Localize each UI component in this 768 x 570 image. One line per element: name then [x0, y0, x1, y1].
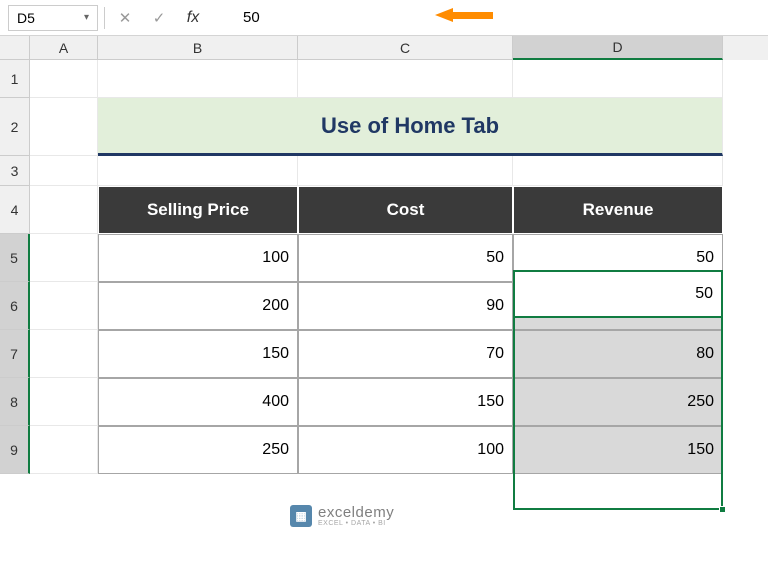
header-revenue[interactable]: Revenue	[513, 186, 723, 234]
cell-d9[interactable]: 150	[513, 426, 723, 474]
cell-a1[interactable]	[30, 60, 98, 98]
cell-a8[interactable]	[30, 378, 98, 426]
column-headers: A B C D	[0, 36, 768, 60]
row-header-3[interactable]: 3	[0, 156, 30, 186]
cell-d3[interactable]	[513, 156, 723, 186]
watermark-icon: ▦	[290, 505, 312, 527]
cell-b6[interactable]: 200	[98, 282, 298, 330]
cell-a5[interactable]	[30, 234, 98, 282]
chevron-down-icon[interactable]: ▾	[84, 12, 89, 23]
cell-b1[interactable]	[98, 60, 298, 98]
row-header-6[interactable]: 6	[0, 282, 30, 330]
fx-icon[interactable]: fx	[179, 5, 207, 31]
col-header-c[interactable]: C	[298, 36, 513, 60]
fill-handle[interactable]	[719, 506, 726, 513]
cell-b3[interactable]	[98, 156, 298, 186]
row-header-4[interactable]: 4	[0, 186, 30, 234]
row-6: 6 200 90 110	[0, 282, 768, 330]
arrow-head-icon	[435, 8, 453, 22]
cell-c5[interactable]: 50	[298, 234, 513, 282]
cell-a2[interactable]	[30, 98, 98, 156]
cell-d5[interactable]: 50	[513, 234, 723, 282]
cell-c8[interactable]: 150	[298, 378, 513, 426]
cell-a6[interactable]	[30, 282, 98, 330]
enter-icon[interactable]: ✓	[145, 5, 173, 31]
spreadsheet-grid: A B C D 1 2 Use of Home Tab 3 4 Selling …	[0, 36, 768, 474]
select-all-corner[interactable]	[0, 36, 30, 60]
watermark-main: exceldemy	[318, 505, 394, 520]
formula-bar: D5 ▾ ✕ ✓ fx	[0, 0, 768, 36]
watermark: ▦ exceldemy EXCEL • DATA • BI	[290, 505, 394, 527]
annotation-arrow	[435, 8, 493, 22]
cell-d8[interactable]: 250	[513, 378, 723, 426]
row-5: 5 100 50 50	[0, 234, 768, 282]
name-box[interactable]: D5 ▾	[8, 5, 98, 31]
cell-a9[interactable]	[30, 426, 98, 474]
cell-b7[interactable]: 150	[98, 330, 298, 378]
col-header-b[interactable]: B	[98, 36, 298, 60]
cell-b8[interactable]: 400	[98, 378, 298, 426]
cell-a4[interactable]	[30, 186, 98, 234]
row-header-8[interactable]: 8	[0, 378, 30, 426]
row-7: 7 150 70 80	[0, 330, 768, 378]
arrow-body	[453, 12, 493, 19]
cell-c1[interactable]	[298, 60, 513, 98]
cell-d6[interactable]: 110	[513, 282, 723, 330]
row-2: 2 Use of Home Tab	[0, 98, 768, 156]
row-4: 4 Selling Price Cost Revenue	[0, 186, 768, 234]
divider	[104, 7, 105, 29]
row-8: 8 400 150 250	[0, 378, 768, 426]
cell-c3[interactable]	[298, 156, 513, 186]
title-cell[interactable]: Use of Home Tab	[98, 98, 723, 156]
cell-a3[interactable]	[30, 156, 98, 186]
cell-d1[interactable]	[513, 60, 723, 98]
cell-c9[interactable]: 100	[298, 426, 513, 474]
row-header-2[interactable]: 2	[0, 98, 30, 156]
watermark-sub: EXCEL • DATA • BI	[318, 520, 394, 527]
name-box-value: D5	[17, 10, 35, 26]
header-cost[interactable]: Cost	[298, 186, 513, 234]
row-9: 9 250 100 150	[0, 426, 768, 474]
row-header-9[interactable]: 9	[0, 426, 30, 474]
watermark-text: exceldemy EXCEL • DATA • BI	[318, 505, 394, 527]
row-3: 3	[0, 156, 768, 186]
col-header-d[interactable]: D	[513, 36, 723, 60]
header-selling-price[interactable]: Selling Price	[98, 186, 298, 234]
row-header-7[interactable]: 7	[0, 330, 30, 378]
row-header-1[interactable]: 1	[0, 60, 30, 98]
cell-b9[interactable]: 250	[98, 426, 298, 474]
cell-c7[interactable]: 70	[298, 330, 513, 378]
cancel-icon[interactable]: ✕	[111, 5, 139, 31]
cell-b5[interactable]: 100	[98, 234, 298, 282]
row-header-5[interactable]: 5	[0, 234, 30, 282]
row-1: 1	[0, 60, 768, 98]
cell-c6[interactable]: 90	[298, 282, 513, 330]
col-header-a[interactable]: A	[30, 36, 98, 60]
cell-d7[interactable]: 80	[513, 330, 723, 378]
cell-a7[interactable]	[30, 330, 98, 378]
